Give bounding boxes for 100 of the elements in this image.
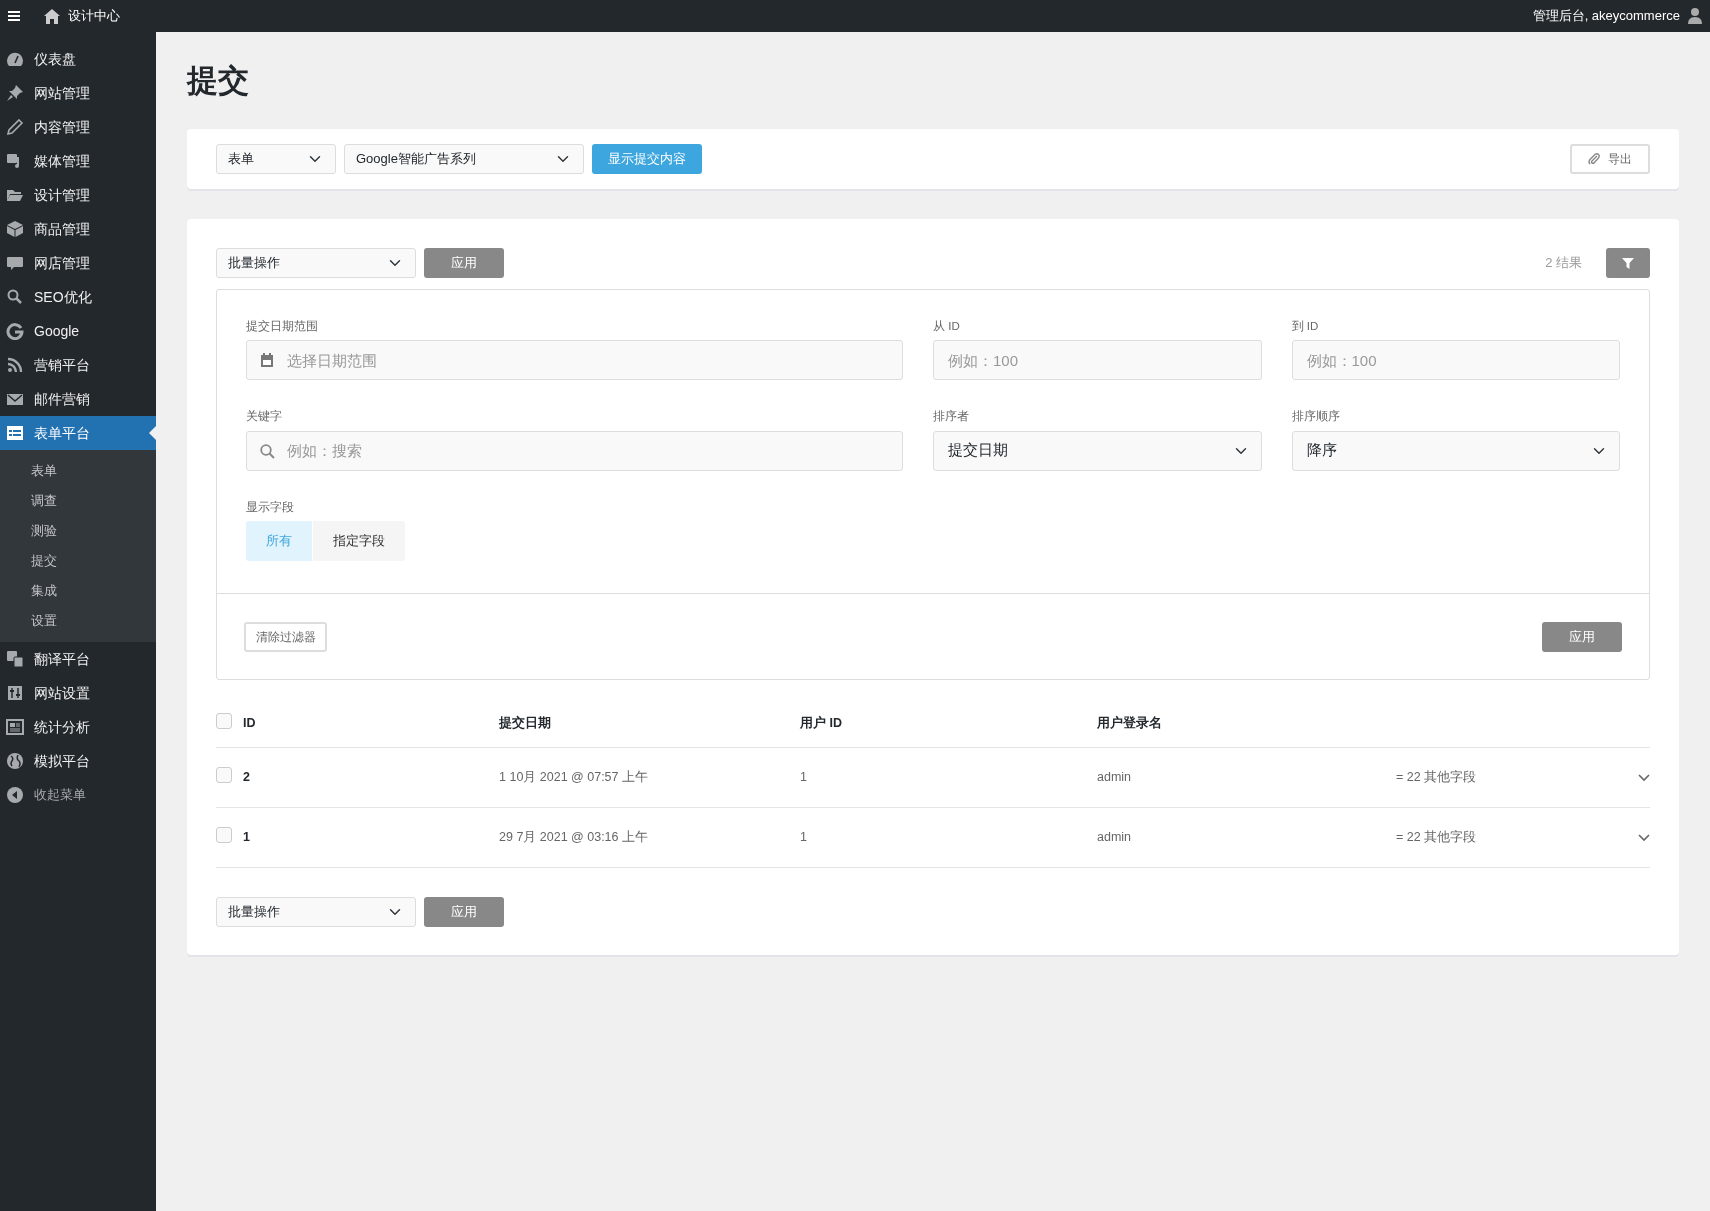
keyword-field[interactable]: 例如：搜索 — [246, 430, 903, 471]
apply-button[interactable]: 应用 — [1542, 621, 1622, 652]
user-icon[interactable] — [1688, 8, 1702, 24]
sort-by-select[interactable]: 提交日期 — [933, 430, 1262, 471]
submenu-item[interactable]: 提交 — [0, 546, 156, 576]
site-title[interactable]: 设计中心 — [68, 6, 120, 26]
submenu-item[interactable]: 设置 — [0, 606, 156, 636]
sidebar-label[interactable]: 仪表盘 — [34, 48, 76, 70]
sidebar-label[interactable]: 表单平台 — [34, 422, 90, 444]
segment-tab[interactable]: 指定字段 — [313, 520, 405, 561]
to-id-field[interactable]: 例如：100 — [1291, 340, 1620, 381]
calendar-icon — [260, 353, 274, 368]
sidebar-item[interactable]: 网店管理 — [0, 246, 156, 280]
sidebar-label[interactable]: 统计分析 — [34, 716, 90, 738]
sidebar-label[interactable]: Google — [34, 320, 80, 342]
chevron-icon[interactable] — [1638, 773, 1650, 782]
sidebar-label[interactable]: 媒体管理 — [34, 150, 90, 172]
checkbox[interactable] — [216, 712, 232, 729]
export-button[interactable]: 导出 — [1570, 144, 1650, 175]
sidebar-label[interactable]: 内容管理 — [34, 116, 90, 138]
sidebar-label[interactable]: SEO优化 — [34, 286, 92, 308]
column-header: 用户登录名 — [1097, 716, 1162, 731]
submenu-item[interactable]: 表单 — [0, 456, 156, 486]
sidebar-item[interactable]: 仪表盘 — [0, 42, 156, 76]
user-greeting[interactable]: 管理后台, akeycommerce — [1532, 6, 1680, 26]
chevron-icon[interactable] — [1638, 833, 1650, 842]
paperclip-icon — [1588, 153, 1600, 166]
sidebar-label[interactable]: 网站管理 — [34, 82, 90, 104]
pin-icon — [6, 84, 24, 102]
submenu-item[interactable]: 集成 — [0, 576, 156, 606]
sort-order-select[interactable]: 降序 — [1291, 430, 1620, 471]
sidebar-item[interactable]: 翻译平台 — [0, 642, 156, 676]
field-label: 提交日期范围 — [246, 319, 319, 335]
collapse-menu-button[interactable]: 收起菜单 — [0, 778, 156, 812]
filter-icon — [1622, 257, 1634, 269]
table-cell: admin — [1097, 770, 1132, 785]
sidebar-item[interactable]: 媒体管理 — [0, 144, 156, 178]
sidebar-item[interactable]: 邮件营销 — [0, 382, 156, 416]
gauge-icon — [6, 50, 24, 68]
table-cell: 2 — [243, 770, 250, 785]
table-cell: 1 — [800, 770, 807, 785]
sidebar-label[interactable]: 邮件营销 — [34, 388, 90, 410]
sidebar-item[interactable]: 营销平台 — [0, 348, 156, 382]
sidebar-item[interactable]: 内容管理 — [0, 110, 156, 144]
sidebar-label[interactable]: 设计管理 — [34, 184, 90, 206]
chat-bubble-icon — [6, 254, 24, 272]
field-label: 从 ID — [933, 319, 961, 335]
box-icon — [6, 220, 24, 238]
sidebar-item[interactable]: 设计管理 — [0, 178, 156, 212]
checkbox[interactable] — [216, 826, 232, 843]
bulk-action-select[interactable]: 批量操作 — [216, 248, 416, 279]
table-cell: 1 — [800, 830, 807, 845]
search-icon — [6, 288, 24, 306]
clear-filters-button[interactable]: 清除过滤器 — [244, 621, 327, 652]
column-header: 提交日期 — [499, 716, 551, 731]
g-icon — [6, 322, 24, 340]
column-header: ID — [243, 716, 256, 731]
field-label: 排序者 — [933, 409, 970, 425]
table-cell: 1 10月 2021 @ 07:57 上午 — [499, 770, 648, 785]
sidebar-item[interactable]: 网站设置 — [0, 676, 156, 710]
search-icon — [260, 443, 275, 459]
sidebar-item[interactable]: 网站管理 — [0, 76, 156, 110]
sidebar-label[interactable]: 模拟平台 — [34, 750, 90, 772]
column-header: 用户 ID — [800, 716, 842, 731]
form-type-select[interactable]: 表单 — [216, 144, 336, 175]
submenu-item[interactable]: 测验 — [0, 516, 156, 546]
sidebar-item[interactable]: 统计分析 — [0, 710, 156, 744]
filter-button[interactable] — [1606, 248, 1650, 279]
sidebar-label[interactable]: 翻译平台 — [34, 648, 90, 670]
table-cell: admin — [1097, 830, 1132, 845]
from-id-field[interactable]: 例如：100 — [933, 340, 1262, 381]
apply-button[interactable]: 应用 — [424, 896, 504, 927]
rss-icon — [6, 356, 24, 374]
sidebar-label[interactable]: 收起菜单 — [34, 785, 86, 805]
field-label: 到 ID — [1291, 319, 1320, 335]
form-select[interactable]: Google智能广告系列 — [344, 144, 584, 175]
checkbox[interactable] — [216, 766, 232, 783]
sliders-icon — [6, 684, 24, 702]
table-cell: 29 7月 2021 @ 03:16 上午 — [499, 830, 648, 845]
sidebar-label[interactable]: 商品管理 — [34, 218, 90, 240]
submenu-item[interactable]: 调查 — [0, 486, 156, 516]
date-range-field[interactable]: 选择日期范围 — [246, 340, 903, 381]
sidebar-label[interactable]: 网店管理 — [34, 252, 90, 274]
sidebar-label[interactable]: 网站设置 — [34, 682, 90, 704]
sidebar-item[interactable]: 表单平台 — [0, 416, 156, 450]
apply-button[interactable]: 应用 — [424, 248, 504, 279]
home-icon[interactable] — [44, 8, 60, 24]
field-label: 关键字 — [246, 409, 283, 425]
menu-icon[interactable] — [8, 11, 20, 21]
table-cell: = 22 其他字段 — [1396, 830, 1477, 845]
field-label: 显示字段 — [246, 499, 295, 515]
bulk-action-select[interactable]: 批量操作 — [216, 896, 416, 927]
sidebar-item[interactable]: Google — [0, 314, 156, 348]
sidebar-item[interactable]: 模拟平台 — [0, 744, 156, 778]
page-title: 提交 — [187, 62, 250, 100]
sidebar-item[interactable]: 商品管理 — [0, 212, 156, 246]
table-cell: 1 — [243, 830, 250, 845]
sidebar-item[interactable]: SEO优化 — [0, 280, 156, 314]
sidebar-label[interactable]: 营销平台 — [34, 354, 90, 376]
table-cell: = 22 其他字段 — [1396, 770, 1477, 785]
